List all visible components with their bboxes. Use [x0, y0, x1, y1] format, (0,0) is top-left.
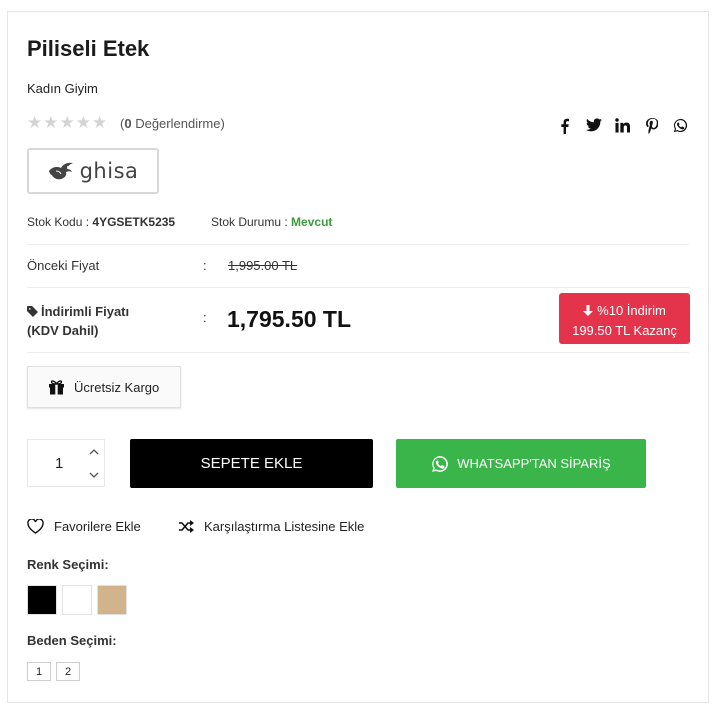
color-swatch-beige[interactable]: [97, 585, 127, 615]
discount-price-label: İndirimli Fiyatı (KDV Dahil): [27, 302, 129, 340]
product-detail-card: Piliseli Etek Kadın Giyim ★★★★★ (0 Değer…: [7, 11, 709, 703]
shuffle-icon: [179, 520, 194, 533]
review-count-label: Değerlendirme: [135, 116, 221, 131]
divider: [27, 287, 689, 288]
previous-price-label: Önceki Fiyat: [27, 258, 100, 273]
pinterest-icon[interactable]: [637, 118, 666, 138]
colon: :: [203, 310, 207, 325]
stock-code-label: Stok Kodu :: [27, 215, 90, 229]
whatsapp-order-button[interactable]: WHATSAPP'TAN SİPARİŞ: [396, 439, 646, 488]
divider: [27, 244, 689, 245]
free-shipping-button[interactable]: Ücretsiz Kargo: [27, 366, 181, 408]
discount-badge: %10 İndirim 199.50 TL Kazanç: [559, 293, 690, 344]
stock-code-value: 4YGSETK5235: [92, 215, 176, 229]
vat-label: (KDV Dahil): [27, 323, 99, 338]
brand-logo[interactable]: ghisa: [27, 148, 159, 194]
discount-label-line: İndirimli Fiyatı: [27, 302, 129, 321]
chevron-up-icon[interactable]: [87, 445, 101, 459]
twitter-icon[interactable]: [579, 118, 608, 138]
size-option-2[interactable]: 2: [56, 662, 80, 681]
quantity-value[interactable]: 1: [55, 455, 63, 472]
size-option-1[interactable]: 1: [27, 662, 51, 681]
discount-badge-percent: %10 İndirim: [559, 301, 690, 321]
stock-code: Stok Kodu : 4YGSETK5235: [27, 215, 175, 229]
brand-name: ghisa: [79, 159, 139, 183]
stock-status-label: Stok Durumu :: [211, 215, 288, 229]
bird-icon: [48, 162, 73, 180]
social-share-bar: [550, 118, 695, 138]
product-category[interactable]: Kadın Giyim: [27, 81, 98, 96]
arrow-down-icon: [583, 305, 594, 316]
product-title: Piliseli Etek: [27, 36, 150, 61]
add-to-compare-link[interactable]: Karşılaştırma Listesine Ekle: [179, 519, 364, 534]
previous-price: 1,995.00 TL: [228, 258, 298, 273]
whatsapp-order-label: WHATSAPP'TAN SİPARİŞ: [457, 456, 611, 471]
gift-icon: [49, 380, 64, 395]
stock-status: Stok Durumu : Mevcut: [211, 215, 332, 229]
free-shipping-label: Ücretsiz Kargo: [74, 379, 160, 395]
heart-icon: [27, 519, 44, 534]
color-swatch-black[interactable]: [27, 585, 57, 615]
whatsapp-icon[interactable]: [666, 118, 695, 138]
facebook-icon[interactable]: [550, 118, 579, 138]
rating-stars: ★★★★★: [27, 113, 109, 132]
discount-price: 1,795.50 TL: [227, 306, 352, 332]
compare-label: Karşılaştırma Listesine Ekle: [204, 519, 365, 534]
review-count[interactable]: (0 Değerlendirme): [120, 116, 225, 131]
whatsapp-icon: [432, 455, 449, 472]
color-swatch-white[interactable]: [62, 585, 92, 615]
linkedin-icon[interactable]: [608, 118, 637, 138]
tag-icon: [27, 306, 38, 317]
favorites-label: Favorilere Ekle: [54, 519, 141, 534]
chevron-down-icon[interactable]: [87, 468, 101, 482]
colon: :: [203, 258, 207, 273]
review-count-number: 0: [124, 116, 132, 131]
discount-badge-saving: 199.50 TL Kazanç: [572, 323, 677, 338]
add-to-favorites-link[interactable]: Favorilere Ekle: [27, 519, 141, 534]
add-to-cart-label: SEPETE EKLE: [200, 455, 303, 472]
size-selection-title: Beden Seçimi:: [27, 633, 117, 648]
stock-status-value: Mevcut: [291, 215, 333, 229]
divider: [27, 352, 689, 353]
color-selection-title: Renk Seçimi:: [27, 557, 109, 572]
add-to-cart-button[interactable]: SEPETE EKLE: [130, 439, 373, 488]
quantity-stepper[interactable]: 1: [27, 439, 105, 487]
